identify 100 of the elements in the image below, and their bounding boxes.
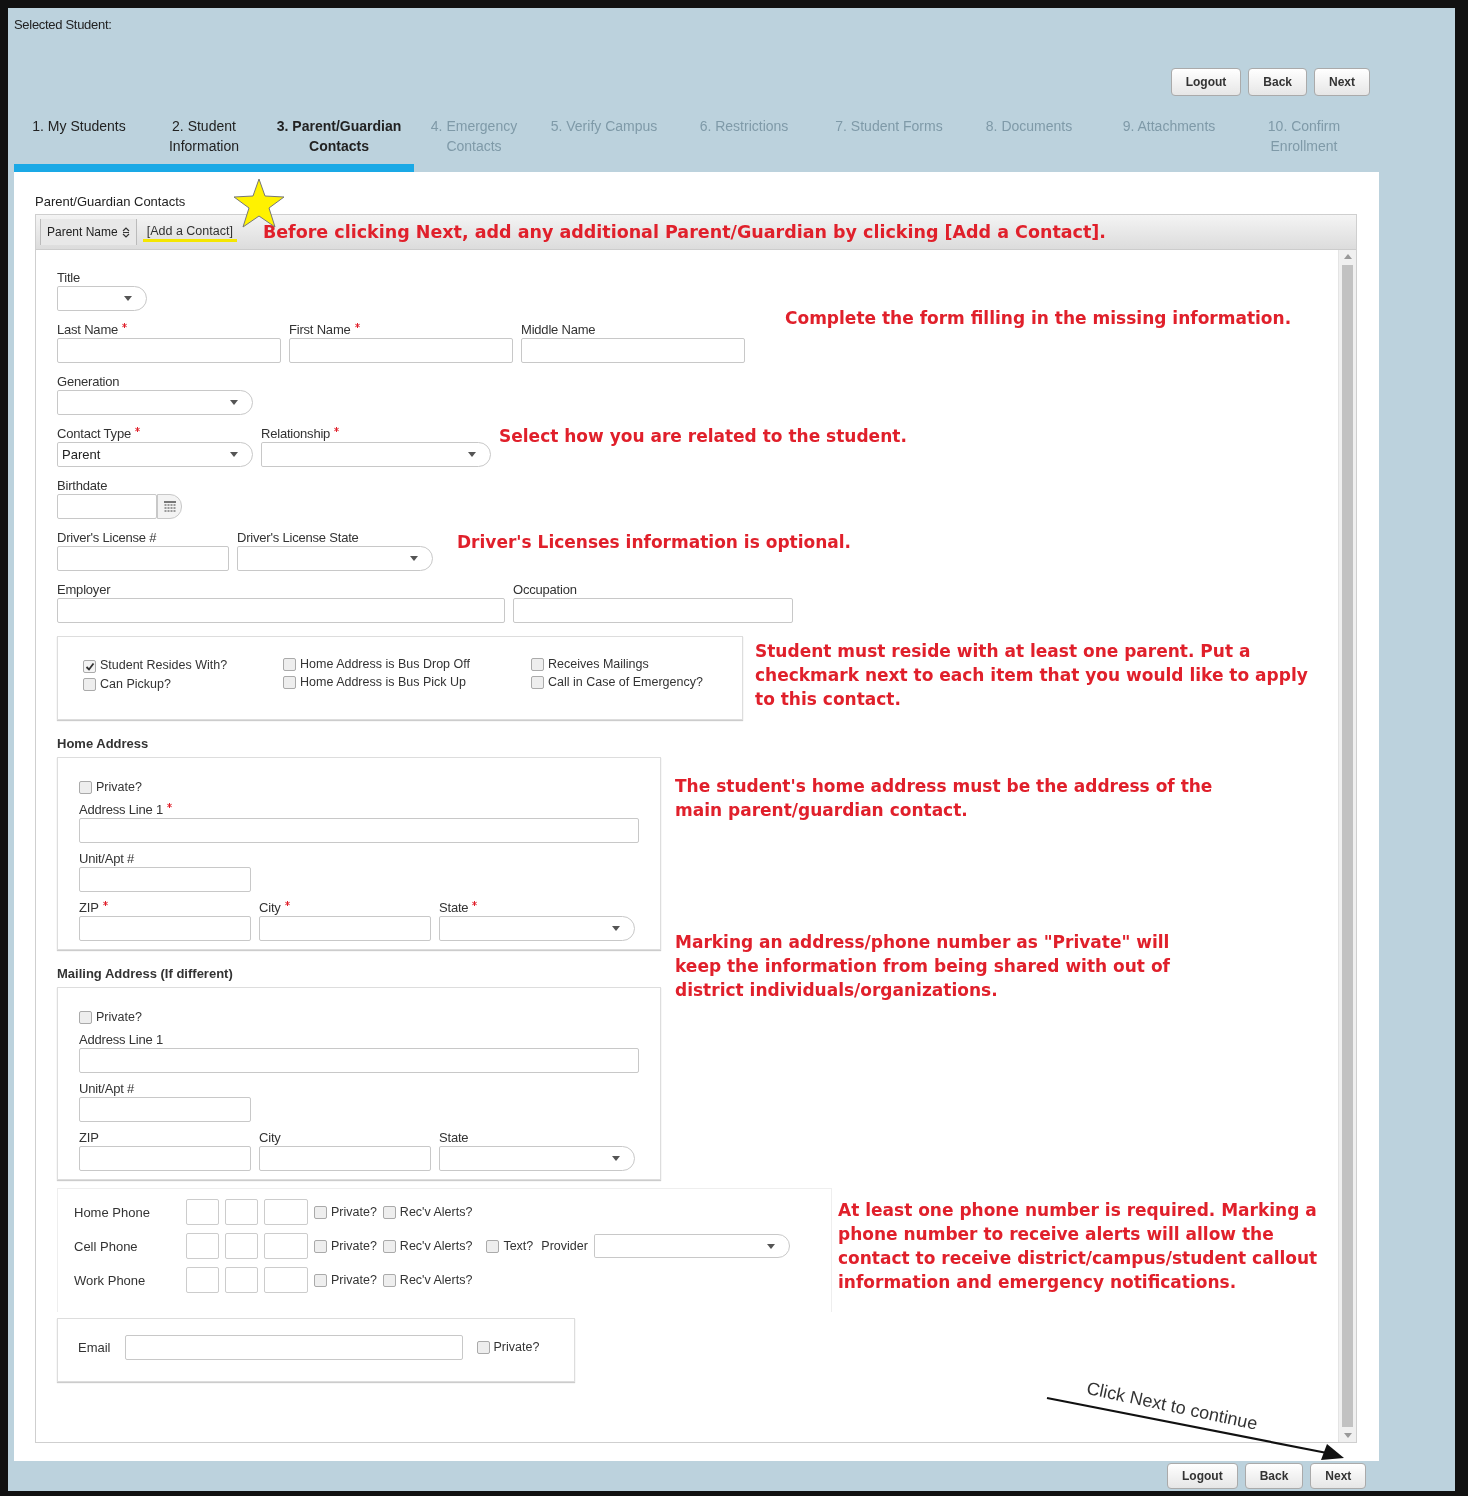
checkbox[interactable]	[314, 1273, 327, 1287]
date-field[interactable]	[57, 494, 157, 519]
input-field[interactable]	[259, 1146, 431, 1171]
nav-button[interactable]: Back	[1248, 68, 1307, 96]
nav-button[interactable]: Next	[1314, 68, 1370, 96]
field-label: Email	[78, 1339, 111, 1355]
checkbox[interactable]	[283, 675, 296, 689]
field-label: Occupation	[513, 582, 577, 597]
field-label: Address Line 1	[79, 1032, 163, 1047]
checkbox[interactable]	[486, 1239, 500, 1253]
checkbox-label: Receives Mailings	[548, 657, 649, 671]
checkbox[interactable]	[476, 1340, 490, 1354]
scrollbar[interactable]	[1338, 250, 1356, 1442]
checkbox-label: Rec'v Alerts?	[399, 1239, 473, 1253]
field-label: Employer	[57, 582, 111, 597]
input-field[interactable]	[259, 916, 431, 941]
dropdown[interactable]	[261, 442, 491, 467]
field-label: Unit/Apt #	[79, 851, 135, 866]
field-label: Birthdate	[57, 478, 108, 493]
nav-button[interactable]: Next	[1310, 1463, 1367, 1489]
caret-icon	[612, 1156, 620, 1161]
input-field[interactable]	[225, 1233, 258, 1259]
caret-icon	[766, 1243, 775, 1249]
input-field[interactable]	[57, 546, 229, 571]
section-title: Parent/Guardian Contacts	[35, 194, 187, 209]
step-label: 10. Confirm Enrollment	[1267, 118, 1341, 154]
input-field[interactable]	[79, 1097, 251, 1122]
section-heading: Mailing Address (If different)	[57, 966, 234, 981]
dropdown[interactable]	[439, 916, 635, 941]
dropdown[interactable]	[593, 1234, 790, 1258]
input-field[interactable]	[79, 867, 251, 892]
input-field[interactable]	[79, 1146, 251, 1171]
field-label: Driver's License #	[57, 530, 157, 545]
input-field[interactable]	[225, 1267, 258, 1293]
input-field[interactable]	[79, 818, 639, 843]
input-field[interactable]	[79, 916, 251, 941]
calendar-icon[interactable]	[157, 494, 182, 519]
field-label: ZIP	[79, 900, 99, 915]
input-field[interactable]	[186, 1267, 219, 1293]
field-label: Home Phone	[74, 1204, 151, 1220]
input-field[interactable]	[264, 1267, 308, 1293]
scroll-down-icon[interactable]	[1343, 1433, 1352, 1438]
checkbox-label: Rec'v Alerts?	[399, 1205, 473, 1219]
input-field[interactable]	[186, 1233, 219, 1259]
input-field[interactable]	[521, 338, 745, 363]
field-label: Generation	[57, 374, 120, 389]
checkbox[interactable]	[382, 1239, 396, 1253]
checkbox-label: Private?	[331, 1239, 377, 1253]
caret-icon	[230, 452, 238, 457]
field-label: Last Name	[57, 322, 119, 337]
input-field[interactable]	[264, 1233, 308, 1259]
step-label: 3. Parent/Guardian Contacts	[276, 118, 402, 154]
checkbox[interactable]	[531, 657, 544, 671]
dropdown[interactable]	[439, 1146, 635, 1171]
field-label: Unit/Apt #	[79, 1081, 135, 1096]
step-label: 6. Restrictions	[699, 118, 789, 134]
column-header[interactable]: Parent Name	[40, 219, 137, 245]
checkbox-label: Can Pickup?	[100, 677, 171, 691]
input-field[interactable]	[124, 1334, 463, 1360]
checkbox[interactable]	[531, 675, 544, 689]
nav-button[interactable]: Logout	[1167, 1463, 1238, 1489]
input-field[interactable]	[289, 338, 513, 363]
checkbox[interactable]	[79, 780, 92, 794]
caret-icon	[410, 556, 418, 561]
instruction-note: At least one phone number is required. Marking a phone number to receive alerts will allow the contact to receive district/campus/student callout information and emergency notifications.	[838, 1199, 1319, 1294]
checkbox-label: Rec'v Alerts?	[399, 1273, 473, 1287]
field-label: Middle Name	[521, 322, 596, 337]
caret-icon	[230, 400, 238, 405]
input-field[interactable]	[79, 1048, 639, 1073]
input-field[interactable]	[513, 598, 793, 623]
checkbox[interactable]	[79, 1010, 92, 1024]
checkbox[interactable]	[382, 1205, 396, 1219]
checkbox[interactable]	[314, 1205, 327, 1219]
instruction-note: Click Next to continue	[1084, 1378, 1260, 1435]
input-field[interactable]	[186, 1199, 219, 1225]
instruction-note: Marking an address/phone number as "Private" will keep the information from being shared with out of district individuals/organizations.	[675, 931, 1171, 1002]
field-label: Provider	[541, 1239, 588, 1253]
dropdown[interactable]: Parent	[57, 442, 253, 467]
input-field[interactable]	[57, 338, 281, 363]
checkbox[interactable]	[382, 1273, 396, 1287]
checkbox-label: Call in Case of Emergency?	[548, 675, 703, 689]
instruction-note: Student must reside with at least one parent. Put a checkmark next to each item that you would like to apply to this contact.	[755, 640, 1309, 711]
nav-button[interactable]: Back	[1244, 1463, 1304, 1489]
checkbox[interactable]	[83, 660, 96, 673]
field-label: Address Line 1	[79, 802, 163, 817]
dropdown[interactable]	[237, 546, 433, 571]
nav-button[interactable]: Logout	[1170, 68, 1242, 96]
field-label: First Name	[289, 322, 351, 337]
field-label: State	[439, 900, 469, 915]
dropdown[interactable]	[57, 286, 147, 311]
input-field[interactable]	[264, 1199, 308, 1225]
dropdown[interactable]	[57, 390, 253, 415]
add-contact-link[interactable]: [Add a Contact]	[142, 222, 237, 242]
checkbox[interactable]	[314, 1239, 327, 1253]
input-field[interactable]	[225, 1199, 258, 1225]
checkbox[interactable]	[83, 677, 96, 691]
checkbox[interactable]	[283, 657, 296, 671]
checkbox-label: Text?	[503, 1239, 534, 1253]
scroll-up-icon[interactable]	[1343, 254, 1352, 259]
input-field[interactable]	[57, 598, 505, 623]
